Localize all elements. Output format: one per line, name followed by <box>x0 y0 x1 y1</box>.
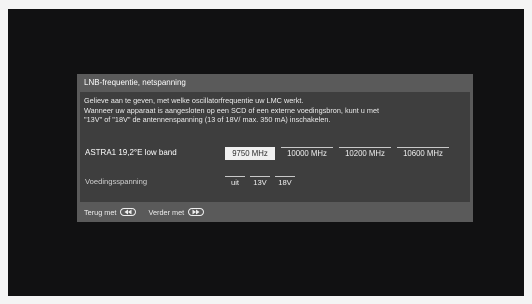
description-line: Wanneer uw apparaat is aangesloten op ee… <box>84 105 380 115</box>
satellite-label: ASTRA1 19,2°E low band <box>85 148 177 157</box>
frequency-option-10600[interactable]: 10600 MHz <box>397 147 449 160</box>
next-label: Verder met <box>148 208 185 217</box>
dialog-title: LNB-frequentie, netspanning <box>84 78 186 87</box>
back-hint[interactable]: Terug met <box>84 208 137 218</box>
description-text: Gelieve aan te geven, met welke oscillat… <box>84 96 468 125</box>
back-label: Terug met <box>84 208 117 217</box>
voltage-label: Voedingsspanning <box>85 177 148 186</box>
fast-forward-button-icon <box>188 208 205 217</box>
tv-screen: LNB-frequentie, netspanning Gelieve aan … <box>8 9 524 296</box>
frequency-option-10200[interactable]: 10200 MHz <box>339 147 391 160</box>
description-line: "13V" of "18V" de antennenspanning (13 o… <box>84 115 331 125</box>
settings-panel: Gelieve aan te geven, met welke oscillat… <box>80 92 470 202</box>
voltage-option-off[interactable]: uit <box>225 176 245 189</box>
voltage-option-13v[interactable]: 13V <box>250 176 270 189</box>
voltage-option-18v[interactable]: 18V <box>275 176 295 189</box>
footer-hints: Terug met Verder met <box>84 208 214 218</box>
next-hint[interactable]: Verder met <box>149 208 205 218</box>
frequency-option-10000[interactable]: 10000 MHz <box>281 147 333 160</box>
rewind-button-icon <box>120 208 137 217</box>
frequency-option-9750[interactable]: 9750 MHz <box>225 147 275 160</box>
description-line: Gelieve aan te geven, met welke oscillat… <box>84 96 304 105</box>
lnb-dialog: LNB-frequentie, netspanning Gelieve aan … <box>77 74 473 222</box>
